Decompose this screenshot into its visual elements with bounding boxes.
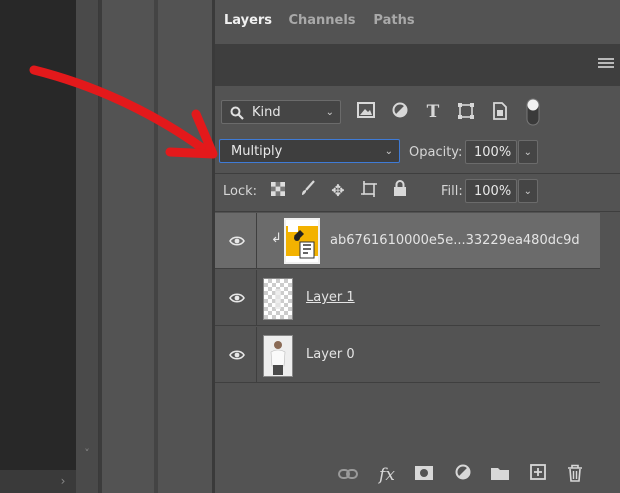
layer-name[interactable]: Layer 1 xyxy=(306,290,355,305)
chevron-down-icon: ⌄ xyxy=(325,107,334,118)
collapsed-panel-dock xyxy=(158,0,212,493)
fill-slider-button[interactable]: ⌄ xyxy=(518,179,538,203)
panel-tab-bar xyxy=(215,44,620,86)
shape-filter-icon[interactable] xyxy=(456,102,476,122)
layer-row-selected[interactable]: ↲ ab6761610000e5e...33229ea480dc9d xyxy=(215,213,600,269)
image-filter-icon[interactable] xyxy=(356,102,376,122)
layer-thumbnail[interactable] xyxy=(263,335,293,377)
layer-row[interactable]: Layer 0 xyxy=(215,327,600,383)
search-icon xyxy=(230,106,244,120)
collapsed-panel-dock xyxy=(102,0,154,493)
filter-toggle-icon[interactable] xyxy=(523,98,543,126)
document-canvas-area[interactable] xyxy=(0,0,76,493)
fill-value: 100% xyxy=(474,184,512,199)
row-divider xyxy=(256,213,257,269)
blend-mode-value: Multiply xyxy=(231,144,283,159)
blend-mode-select[interactable]: Multiply ⌄ xyxy=(219,139,400,163)
lock-artboard-icon[interactable] xyxy=(359,180,379,202)
new-group-icon[interactable] xyxy=(489,464,511,486)
lock-label: Lock: xyxy=(223,184,258,199)
fx-icon[interactable]: fx xyxy=(376,464,398,486)
fill-input[interactable]: 100% xyxy=(465,179,517,203)
layer-thumbnail[interactable] xyxy=(284,218,320,264)
filter-kind-select[interactable]: Kind ⌄ xyxy=(221,100,341,124)
add-mask-icon[interactable] xyxy=(413,464,435,486)
filter-kind-label: Kind xyxy=(252,105,281,120)
lock-all-icon[interactable] xyxy=(390,180,410,202)
layer-name[interactable]: Layer 0 xyxy=(306,347,355,362)
row-divider xyxy=(256,270,257,326)
scroll-right-icon[interactable]: › xyxy=(56,474,70,490)
smart-object-filter-icon[interactable] xyxy=(490,102,510,122)
opacity-slider-button[interactable]: ⌄ xyxy=(518,140,538,164)
scroll-down-icon[interactable]: ˅ xyxy=(80,447,94,463)
visibility-eye-icon[interactable] xyxy=(229,349,245,361)
visibility-eye-icon[interactable] xyxy=(229,235,245,247)
adjustment-layer-icon[interactable] xyxy=(452,464,474,486)
person-photo-image xyxy=(270,341,286,375)
tab-layers[interactable]: Layers xyxy=(215,0,281,42)
fill-label: Fill: xyxy=(441,184,463,199)
visibility-eye-icon[interactable] xyxy=(229,292,245,304)
chevron-down-icon: ⌄ xyxy=(523,186,532,197)
smart-object-badge-icon xyxy=(286,222,318,259)
panel-menu-icon[interactable] xyxy=(598,58,614,70)
tab-paths[interactable]: Paths xyxy=(363,0,425,42)
tab-channels[interactable]: Channels xyxy=(283,0,361,42)
link-layers-icon[interactable] xyxy=(337,464,359,486)
delete-layer-icon[interactable] xyxy=(564,464,586,486)
new-layer-icon[interactable] xyxy=(527,464,549,486)
layer-row[interactable]: Layer 1 xyxy=(215,270,600,326)
layer-name[interactable]: ab6761610000e5e...33229ea480dc9d xyxy=(330,233,580,248)
opacity-value: 100% xyxy=(474,145,512,160)
chevron-down-icon: ⌄ xyxy=(384,146,393,157)
chevron-down-icon: ⌄ xyxy=(523,147,532,158)
divider xyxy=(215,211,620,212)
opacity-input[interactable]: 100% xyxy=(465,140,517,164)
opacity-label: Opacity: xyxy=(409,145,463,160)
adjustment-filter-icon[interactable] xyxy=(390,102,410,122)
lock-position-icon[interactable]: ✥ xyxy=(328,180,348,202)
type-filter-icon[interactable]: T xyxy=(423,102,443,122)
divider xyxy=(215,173,620,174)
lock-transparent-pixels-icon[interactable] xyxy=(268,180,288,202)
clipping-mask-arrow-icon: ↲ xyxy=(271,231,282,246)
vertical-scrollbar[interactable] xyxy=(76,0,99,493)
layer-thumbnail[interactable] xyxy=(263,278,293,320)
lock-image-pixels-icon[interactable] xyxy=(298,180,318,202)
row-divider xyxy=(256,327,257,383)
